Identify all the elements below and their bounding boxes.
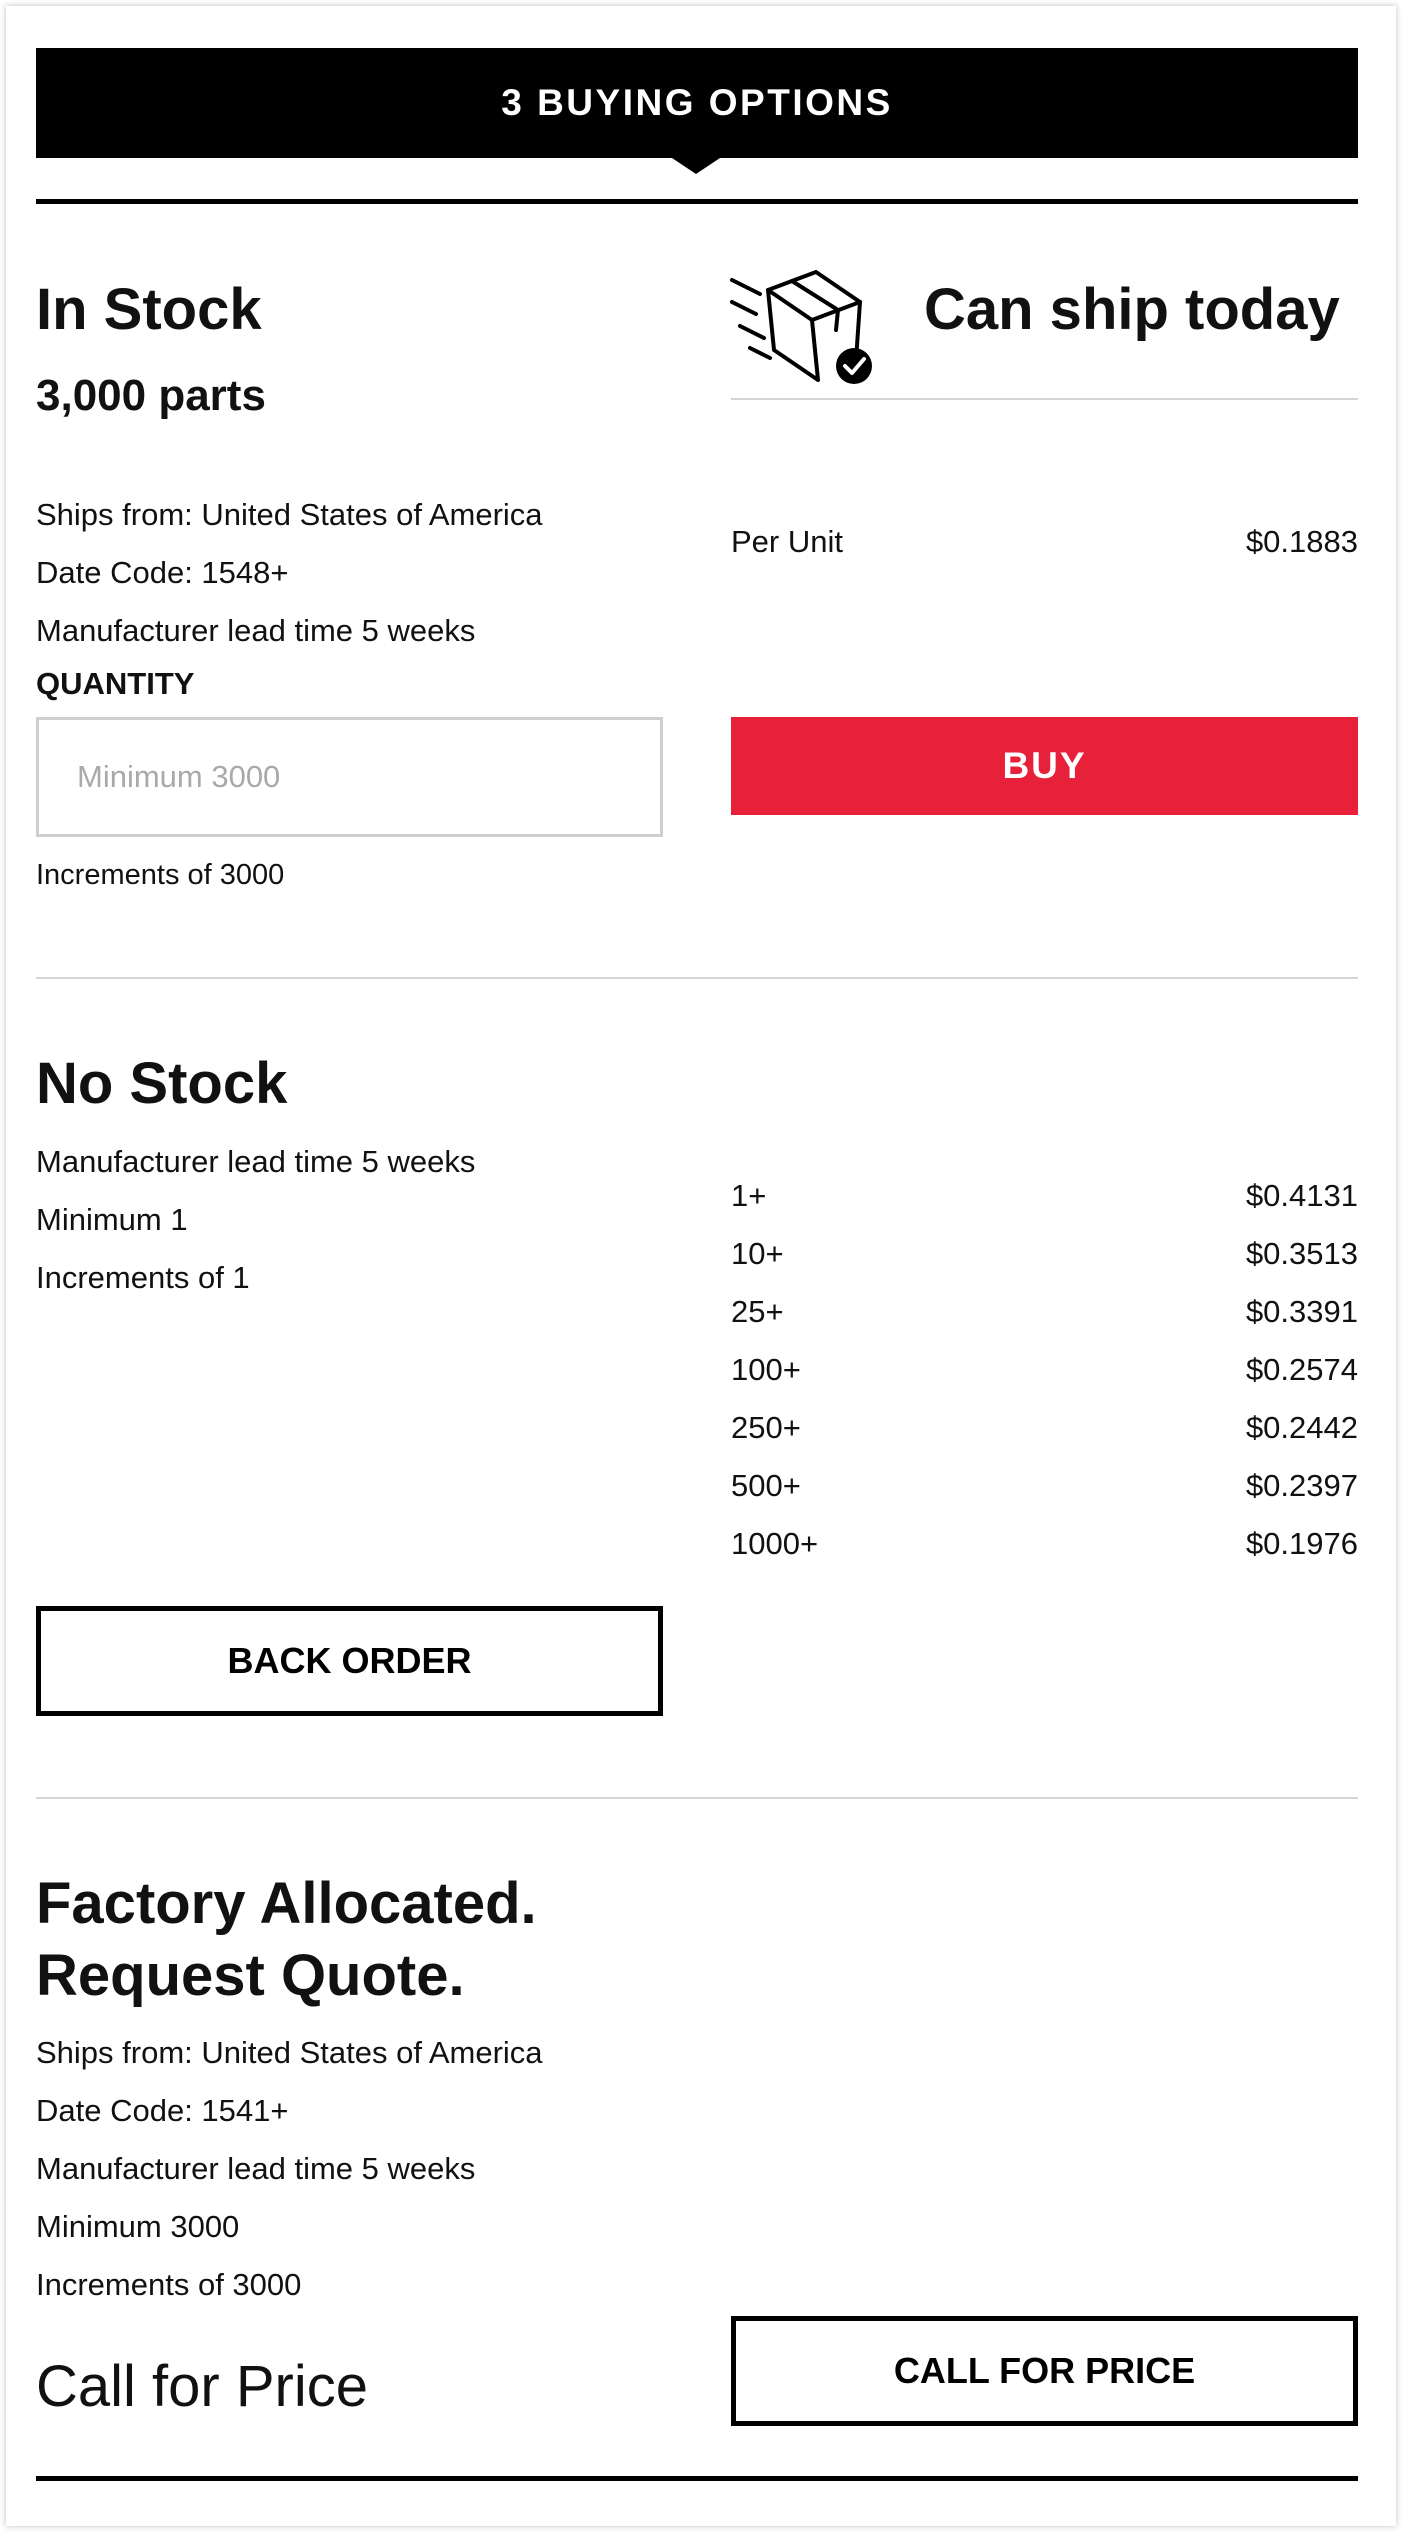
price-break-qty: 10+	[731, 1236, 784, 1271]
quantity-input[interactable]	[36, 717, 663, 837]
price-break-row: 1+ $0.4131	[731, 1178, 1358, 1214]
factory-lead-time: Manufacturer lead time 5 weeks	[36, 2151, 476, 2186]
factory-title-line1: Factory Allocated.	[36, 1871, 537, 1936]
price-break-row: 500+ $0.2397	[731, 1468, 1358, 1504]
price-break-row: 250+ $0.2442	[731, 1410, 1358, 1446]
buy-button[interactable]: BUY	[731, 717, 1358, 815]
factory-ships-from: Ships from: United States of America	[36, 2035, 543, 2070]
price-break-row: 100+ $0.2574	[731, 1352, 1358, 1388]
price-break-qty: 1000+	[731, 1526, 819, 1561]
in-stock-increments: Increments of 3000	[36, 859, 285, 891]
price-break-price: $0.2574	[1245, 1352, 1358, 1387]
section-divider	[36, 977, 1358, 979]
price-break-qty: 500+	[731, 1468, 801, 1503]
header-pointer	[672, 158, 720, 174]
price-break-price: $0.3391	[1245, 1294, 1358, 1329]
per-unit-price-row: Per Unit $0.1883	[731, 524, 1358, 560]
price-break-qty: 100+	[731, 1352, 801, 1387]
in-stock-lead-time: Manufacturer lead time 5 weeks	[36, 613, 476, 648]
in-stock-parts: 3,000 parts	[36, 371, 266, 420]
no-stock-lead-time: Manufacturer lead time 5 weeks	[36, 1144, 476, 1179]
ship-status-divider	[731, 398, 1358, 400]
bottom-divider	[36, 2476, 1358, 2481]
in-stock-date-code: Date Code: 1548+	[36, 555, 289, 590]
in-stock-ships-from: Ships from: United States of America	[36, 497, 543, 532]
package-ship-check-icon	[730, 268, 876, 388]
price-break-price: $0.2397	[1245, 1468, 1358, 1503]
section-divider	[36, 1797, 1358, 1799]
price-break-price: $0.2442	[1245, 1410, 1358, 1445]
factory-minimum: Minimum 3000	[36, 2209, 240, 2244]
price-break-qty: 1+	[731, 1178, 767, 1213]
ship-status: Can ship today	[924, 277, 1340, 342]
price-break-row: 1000+ $0.1976	[731, 1526, 1358, 1562]
no-stock-title: No Stock	[36, 1051, 288, 1116]
price-break-qty: 25+	[731, 1294, 784, 1329]
no-stock-increments: Increments of 1	[36, 1260, 250, 1295]
price-break-price: $0.1976	[1245, 1526, 1358, 1561]
in-stock-title: In Stock	[36, 277, 262, 342]
price-break-price: $0.4131	[1245, 1178, 1358, 1213]
price-break-row: 10+ $0.3513	[731, 1236, 1358, 1272]
call-for-price-button[interactable]: CALL FOR PRICE	[731, 2316, 1358, 2426]
per-unit-value: $0.1883	[1245, 524, 1358, 559]
header-divider	[36, 199, 1358, 204]
price-break-qty: 250+	[731, 1410, 801, 1445]
no-stock-minimum: Minimum 1	[36, 1202, 188, 1237]
factory-increments: Increments of 3000	[36, 2267, 302, 2302]
price-break-price: $0.3513	[1245, 1236, 1358, 1271]
buying-options-header: 3 BUYING OPTIONS	[36, 48, 1358, 158]
factory-date-code: Date Code: 1541+	[36, 2093, 289, 2128]
call-for-price-text: Call for Price	[36, 2354, 368, 2419]
quantity-label: QUANTITY	[36, 666, 195, 701]
factory-title-line2: Request Quote.	[36, 1943, 465, 2008]
back-order-button[interactable]: BACK ORDER	[36, 1606, 663, 1716]
per-unit-label: Per Unit	[731, 524, 843, 559]
price-break-row: 25+ $0.3391	[731, 1294, 1358, 1330]
header-title: 3 BUYING OPTIONS	[501, 82, 893, 123]
